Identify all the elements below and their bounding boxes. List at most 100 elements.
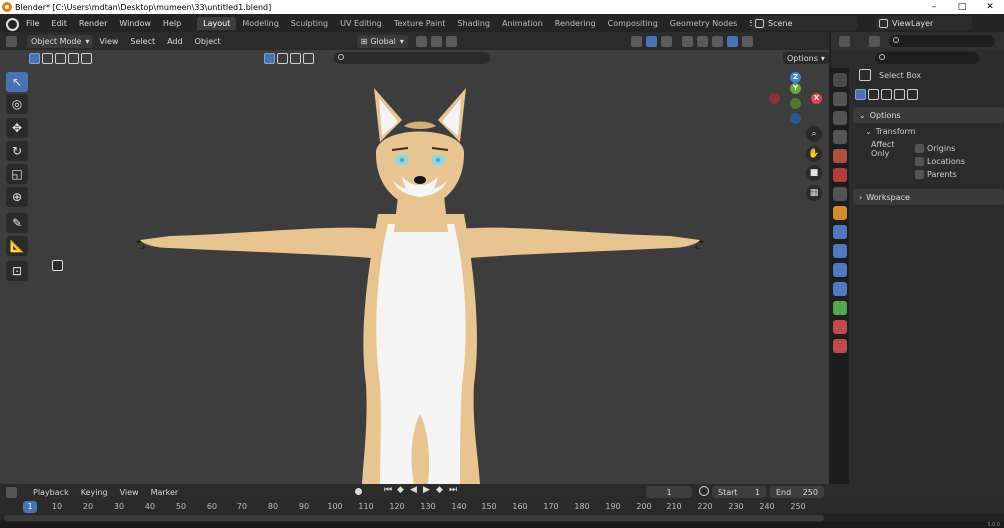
data-tab-icon[interactable] [833, 301, 847, 315]
jump-end-icon[interactable]: ⏭ [449, 485, 457, 495]
neg-z-axis-icon[interactable] [790, 113, 801, 124]
solid-shading-icon[interactable] [711, 35, 723, 47]
gizmo-toggle-icon[interactable] [645, 35, 657, 47]
menu-marker[interactable]: Marker [145, 488, 185, 497]
close-window-button[interactable]: ✕ [976, 2, 1004, 12]
tool-tab-icon[interactable] [833, 73, 847, 87]
fox-character-model[interactable] [130, 84, 710, 484]
tab-rendering[interactable]: Rendering [549, 17, 602, 30]
pivot-point-icon[interactable] [415, 35, 427, 47]
timeline-scrollbar[interactable] [4, 515, 824, 521]
pan-hand-icon[interactable]: ✋ [806, 146, 822, 162]
z-axis-icon[interactable]: Z [790, 72, 801, 83]
menu-keying[interactable]: Keying [75, 488, 114, 497]
camera-view-icon[interactable]: ■ [806, 165, 822, 181]
select-invert-icon[interactable] [68, 52, 79, 64]
viewport-search-input[interactable] [334, 52, 490, 64]
menu-view[interactable]: View [93, 37, 124, 46]
record-icon[interactable] [355, 488, 362, 495]
wireframe-shading-icon[interactable] [696, 35, 708, 47]
frame-ruler[interactable]: 1 10 20 30 40 50 60 70 80 90 100 110 120… [0, 500, 1004, 514]
render-tab-icon[interactable] [833, 92, 847, 106]
tab-modeling[interactable]: Modeling [236, 17, 284, 30]
rendered-shading-icon[interactable] [741, 35, 753, 47]
parents-checkbox[interactable] [915, 170, 924, 179]
material-preview-icon[interactable] [726, 35, 738, 47]
minimize-button[interactable]: – [920, 2, 948, 12]
menu-add[interactable]: Add [161, 37, 189, 46]
menu-view[interactable]: View [114, 488, 145, 497]
current-frame-field[interactable]: 1 [646, 486, 692, 498]
properties-search-input[interactable] [875, 52, 979, 64]
menu-playback[interactable]: Playback [27, 488, 75, 497]
move-tool[interactable]: ✥ [6, 118, 28, 138]
select-intersect-icon[interactable] [907, 89, 918, 100]
start-frame-field[interactable]: Start 1 [712, 486, 766, 498]
x-axis-icon[interactable]: X [811, 93, 822, 104]
menu-render[interactable]: Render [73, 19, 113, 28]
options-panel-header[interactable]: ⌄ Options [853, 107, 1004, 123]
play-reverse-icon[interactable]: ◀ [410, 485, 417, 495]
prev-keyframe-icon[interactable]: ◆ [397, 485, 404, 495]
playhead[interactable]: 1 [23, 501, 37, 513]
physics-tab-icon[interactable] [833, 263, 847, 277]
filter-mesh-icon[interactable] [277, 52, 288, 64]
tab-shading[interactable]: Shading [451, 17, 496, 30]
select-new-icon[interactable] [29, 52, 40, 64]
tab-compositing[interactable]: Compositing [602, 17, 664, 30]
modifier-tab-icon[interactable] [833, 225, 847, 239]
proportional-edit-icon[interactable] [445, 35, 457, 47]
object-tab-icon[interactable] [833, 206, 847, 220]
rotate-tool[interactable]: ↻ [6, 141, 28, 161]
output-tab-icon[interactable] [833, 111, 847, 125]
jump-start-icon[interactable]: ⏮ [384, 485, 392, 495]
perspective-toggle-icon[interactable]: ▦ [806, 185, 822, 201]
object-mode-dropdown[interactable]: Object Mode ▾ [27, 34, 94, 48]
filter-object-icon[interactable] [264, 52, 275, 64]
select-new-icon[interactable] [855, 89, 866, 100]
tab-animation[interactable]: Animation [496, 17, 549, 30]
select-box-tool[interactable]: ↖ [6, 72, 28, 92]
transform-subpanel-header[interactable]: ⌄ Transform [853, 125, 1004, 138]
material-tab-icon[interactable] [833, 320, 847, 334]
tab-layout[interactable]: Layout [197, 16, 237, 30]
select-extend-icon[interactable] [868, 89, 879, 100]
outliner-search-input[interactable] [889, 35, 995, 47]
editor-type-icon[interactable] [6, 35, 17, 47]
options-dropdown[interactable]: Options ▾ [783, 52, 829, 64]
maximize-button[interactable]: □ [948, 2, 976, 12]
menu-window[interactable]: Window [113, 19, 157, 28]
transform-tool[interactable]: ⊕ [6, 187, 28, 207]
tab-geometry-nodes[interactable]: Geometry Nodes [664, 17, 743, 30]
menu-help[interactable]: Help [157, 19, 187, 28]
origins-checkbox[interactable] [915, 144, 924, 153]
texture-tab-icon[interactable] [833, 339, 847, 353]
filter-light-icon[interactable] [290, 52, 301, 64]
snap-icon[interactable] [430, 35, 442, 47]
next-keyframe-icon[interactable]: ◆ [436, 485, 443, 495]
menu-edit[interactable]: Edit [45, 19, 73, 28]
xray-toggle-icon[interactable] [681, 35, 693, 47]
select-intersect-icon[interactable] [81, 52, 92, 64]
locations-checkbox[interactable] [915, 157, 924, 166]
clock-icon[interactable] [699, 486, 709, 496]
collection-icon[interactable] [52, 260, 63, 271]
add-cube-tool[interactable]: ⊡ [6, 261, 28, 281]
editor-type-icon[interactable] [839, 36, 850, 47]
blender-logo-icon[interactable] [4, 17, 19, 31]
filter-camera-icon[interactable] [303, 52, 314, 64]
workspace-panel-header[interactable]: › Workspace [853, 189, 1004, 205]
view-layer-selector[interactable]: ViewLayer [876, 16, 972, 30]
3d-viewport[interactable]: Object Mode ▾ View Select Add Object ⊞ G… [0, 32, 829, 484]
measure-tool[interactable]: 📐 [6, 236, 28, 256]
menu-file[interactable]: File [20, 19, 45, 28]
tab-texture-paint[interactable]: Texture Paint [388, 17, 452, 30]
transform-orientation-dropdown[interactable]: ⊞ Global ▾ [356, 34, 408, 48]
tab-sculpting[interactable]: Sculpting [285, 17, 334, 30]
zoom-icon[interactable]: ⌕ [806, 126, 822, 142]
visibility-icon[interactable] [630, 35, 642, 47]
select-invert-icon[interactable] [894, 89, 905, 100]
select-subtract-icon[interactable] [55, 52, 66, 64]
scale-tool[interactable]: ◱ [6, 164, 28, 184]
y-axis-icon[interactable]: Y [790, 83, 801, 94]
